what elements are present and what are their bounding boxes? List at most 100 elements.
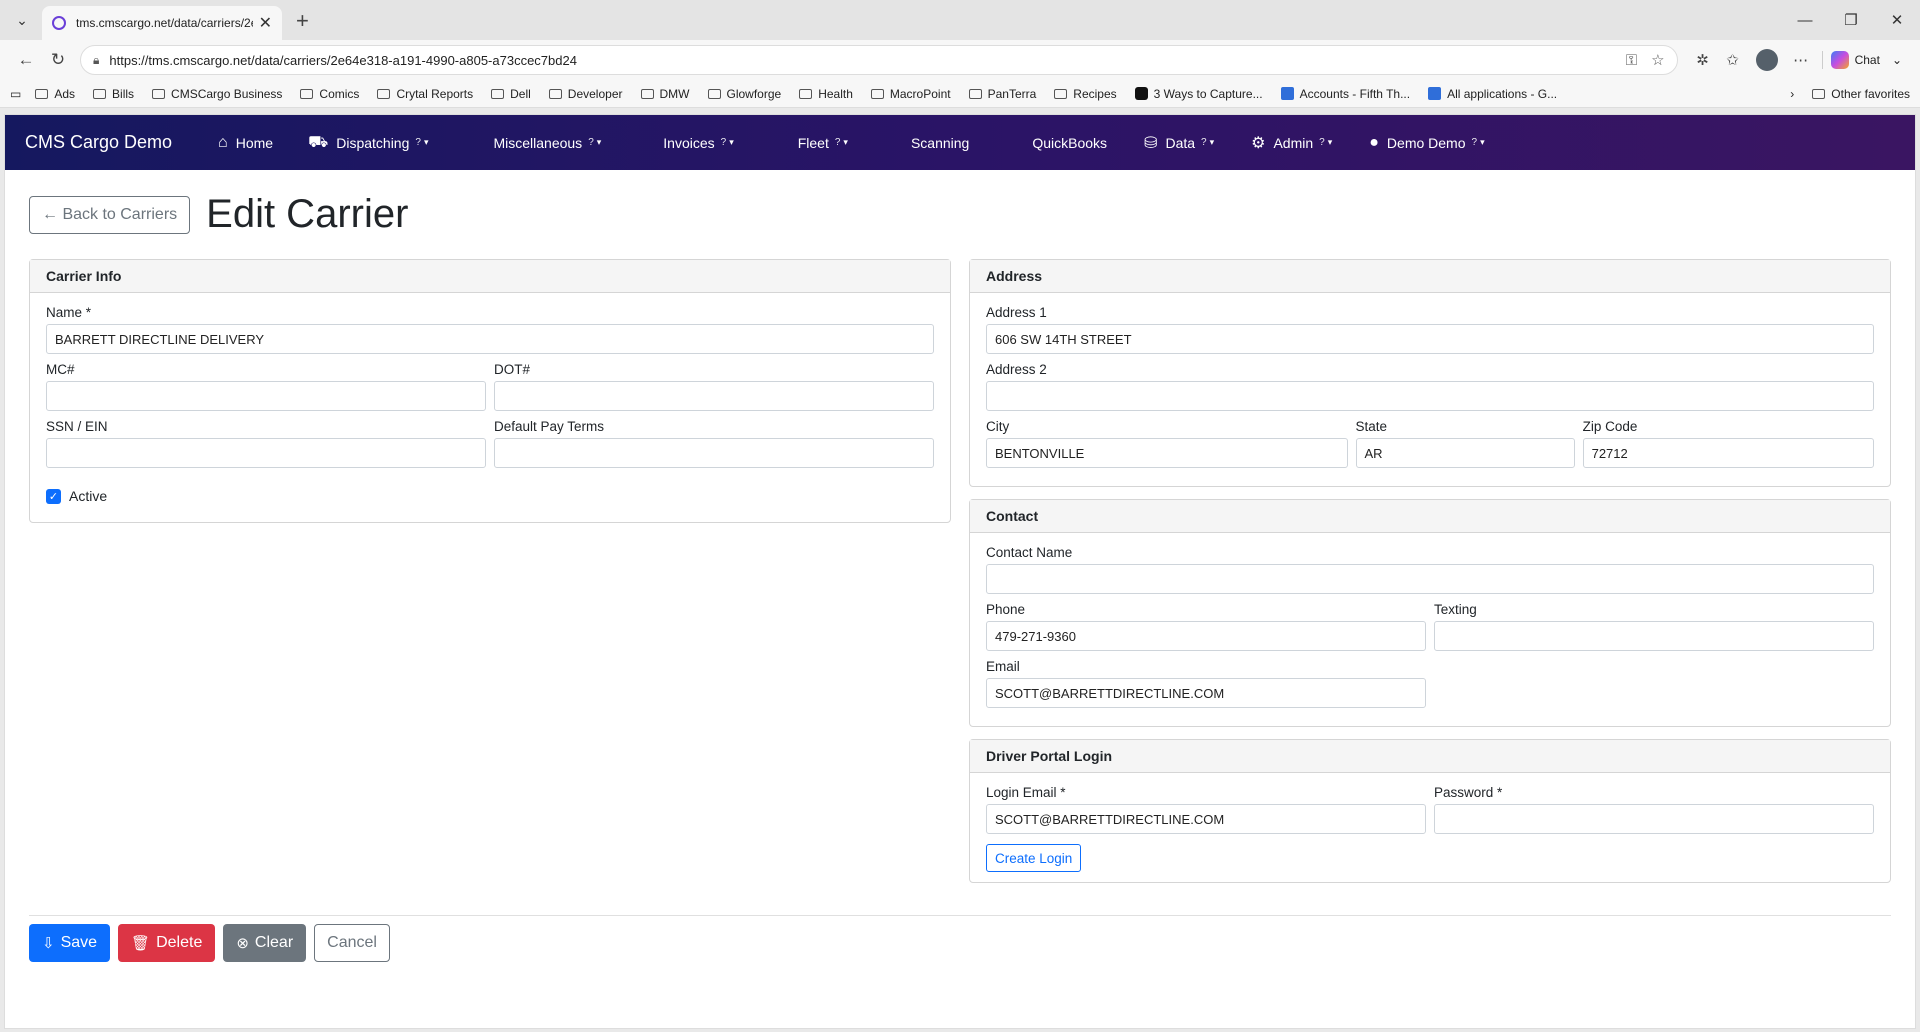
nav-invoices[interactable]: Invoices? ▾ (663, 135, 733, 151)
contact-name-input[interactable] (986, 564, 1874, 594)
zip-input[interactable]: 72712 (1582, 438, 1874, 468)
page-title: Edit Carrier (206, 192, 409, 236)
zip-label: Zip Code (1582, 419, 1638, 434)
bookmark-crytal-reports[interactable]: Crytal Reports (377, 87, 473, 101)
login-email-input[interactable]: SCOTT@BARRETTDIRECTLINE.COM (986, 804, 1426, 834)
folder-icon (491, 88, 505, 99)
nav-data[interactable]: ⛁ Data? ▾ (1144, 133, 1214, 153)
bookmark-comics[interactable]: Comics (300, 87, 359, 101)
url-text: https://tms.cmscargo.net/data/carriers/2… (109, 52, 577, 68)
page-content: ← Back to Carriers Edit Carrier Carrier … (5, 170, 1915, 984)
chevron-right-icon[interactable]: › (1790, 87, 1794, 101)
extensions-icon[interactable]: ✲ (1688, 51, 1718, 69)
cancel-button[interactable]: Cancel (314, 924, 390, 962)
save-button[interactable]: ⇩ Save (29, 924, 111, 962)
favorites-icon[interactable]: ✩ (1718, 51, 1748, 69)
ssn-ein-label: SSN / EIN (46, 419, 108, 434)
form-columns: Carrier Info Name * BARRETT DIRECTLINE D… (29, 259, 1891, 895)
folder-icon (35, 88, 49, 99)
copilot-chat-button[interactable]: Chat ⌄ (1821, 51, 1910, 69)
minimize-icon[interactable]: — (1782, 0, 1828, 40)
card-header: Carrier Info (30, 260, 950, 293)
bookmark-recipes[interactable]: Recipes (1054, 87, 1117, 101)
nav-dispatching[interactable]: ⛟ Dispatching? ▾ (308, 133, 428, 153)
url-field[interactable]: 🔒︎ https://tms.cmscargo.net/data/carrier… (80, 45, 1678, 75)
phone-input[interactable]: 479-271-9360 (986, 621, 1426, 651)
bookmark-device-icon[interactable]: ▭ (10, 87, 21, 101)
more-options-icon[interactable]: ⋯ (1786, 51, 1816, 69)
texting-label: Texting (1434, 602, 1477, 617)
clear-button[interactable]: ⊗ Clear (223, 924, 307, 962)
bookmark-accounts[interactable]: Accounts - Fifth Th... (1280, 87, 1410, 101)
city-label: City (986, 419, 1010, 434)
caret-down-icon: ▾ (1209, 137, 1215, 147)
bookmark-developer[interactable]: Developer (548, 87, 623, 101)
create-login-button[interactable]: Create Login (986, 844, 1082, 872)
close-tab-icon[interactable]: ✕ (259, 13, 272, 33)
address1-input[interactable]: 606 SW 14TH STREET (986, 324, 1874, 354)
card-body: Address 1 606 SW 14TH STREET Address 2 C… (970, 293, 1890, 486)
app-window: CMS Cargo Demo ⌂ Home ⛟ Dispatching? ▾ Misc… (4, 114, 1916, 1029)
bookmark-3-ways[interactable]: 3 Ways to Capture... (1134, 87, 1263, 101)
site-icon (1280, 87, 1294, 100)
address2-input[interactable] (986, 381, 1874, 411)
bookmark-other-favorites[interactable]: Other favorites (1812, 87, 1910, 101)
back-arrow-icon[interactable]: ← (10, 50, 42, 70)
nav-scanning[interactable]: Scanning (911, 135, 969, 151)
delete-button[interactable]: 🗑︎ Delete (118, 924, 216, 962)
nav-miscellaneous[interactable]: Miscellaneous? ▾ (493, 135, 601, 151)
site-info-icon[interactable]: 🔒︎ (93, 53, 99, 68)
contact-card: Contact Contact Name Phone 479-271-9360 (969, 499, 1891, 727)
address-card: Address Address 1 606 SW 14TH STREET Add… (969, 259, 1891, 487)
brand-link[interactable]: CMS Cargo Demo (5, 132, 192, 153)
state-input[interactable]: AR (1355, 438, 1575, 468)
back-to-carriers-button[interactable]: ← Back to Carriers (29, 195, 191, 234)
refresh-icon[interactable]: ↻ (42, 50, 74, 70)
close-window-icon[interactable]: ✕ (1874, 0, 1920, 40)
nav-fleet[interactable]: Fleet? ▾ (798, 135, 848, 151)
bookmark-glowforge[interactable]: Glowforge (707, 87, 781, 101)
card-header: Contact (970, 500, 1890, 533)
ssn-ein-input[interactable] (46, 438, 486, 468)
carrier-info-card: Carrier Info Name * BARRETT DIRECTLINE D… (29, 259, 951, 523)
bookmark-all-applications[interactable]: All applications - G... (1428, 87, 1557, 101)
email-input[interactable]: SCOTT@BARRETTDIRECTLINE.COM (986, 678, 1426, 708)
bookmark-dell[interactable]: Dell (491, 87, 531, 101)
bookmark-macropoint[interactable]: MacroPoint (870, 87, 951, 101)
nav-user[interactable]: ● Demo Demo? ▾ (1369, 134, 1484, 152)
card-body: Name * BARRETT DIRECTLINE DELIVERY MC# D… (30, 293, 950, 522)
texting-input[interactable] (1434, 621, 1874, 651)
favorite-star-icon[interactable]: ☆ (1651, 51, 1664, 69)
bookmark-panterra[interactable]: PanTerra (968, 87, 1036, 101)
nav-admin[interactable]: ⚙ Admin? ▾ (1251, 133, 1332, 153)
restore-icon[interactable]: ❐ (1828, 0, 1874, 40)
pay-terms-input[interactable] (494, 438, 934, 468)
nav-quickbooks[interactable]: QuickBooks (1032, 135, 1107, 151)
bookmark-bills[interactable]: Bills (93, 87, 134, 101)
browser-tab[interactable]: tms.cmscargo.net/data/carriers/2e ✕ (42, 6, 282, 40)
password-key-icon[interactable]: ⚿ (1626, 52, 1637, 69)
home-icon: ⌂ (218, 133, 228, 151)
chat-label: Chat (1854, 53, 1880, 67)
page-header: ← Back to Carriers Edit Carrier (29, 192, 1891, 237)
name-input[interactable]: BARRETT DIRECTLINE DELIVERY (46, 324, 934, 354)
dot-input[interactable] (494, 381, 934, 411)
bookmark-health[interactable]: Health (799, 87, 853, 101)
bookmark-dmw[interactable]: DMW (640, 87, 690, 101)
bookmark-cmscargo-business[interactable]: CMSCargo Business (152, 87, 282, 101)
active-checkbox-row[interactable]: ✓ Active (46, 488, 934, 504)
bookmark-ads[interactable]: Ads (35, 87, 75, 101)
profile-avatar[interactable] (1755, 49, 1778, 71)
active-checkbox[interactable]: ✓ (46, 488, 61, 504)
email-label: Email (986, 659, 1020, 674)
state-label: State (1355, 419, 1388, 434)
tab-list-icon[interactable]: ⌄ (8, 6, 36, 34)
login-email-label: Login Email * (986, 785, 1066, 800)
trash-icon: 🗑︎ (131, 935, 151, 952)
nav-home[interactable]: ⌂ Home (218, 134, 273, 152)
password-input[interactable] (1434, 804, 1874, 834)
gear-icon: ⚙ (1251, 134, 1266, 152)
mc-input[interactable] (46, 381, 486, 411)
city-input[interactable]: BENTONVILLE (986, 438, 1348, 468)
new-tab-icon[interactable]: + (296, 8, 309, 34)
